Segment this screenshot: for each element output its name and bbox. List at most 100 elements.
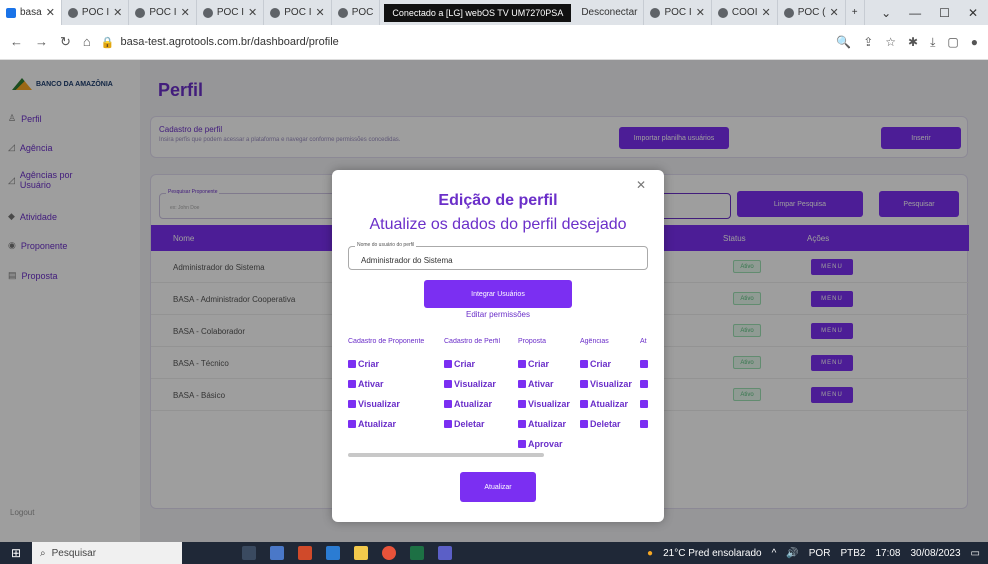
check-icon <box>444 420 452 428</box>
permission-checkbox[interactable]: Visualizar <box>518 396 570 412</box>
check-icon <box>348 380 356 388</box>
close-icon[interactable]: ✕ <box>636 178 646 192</box>
permission-checkbox[interactable]: Criar <box>518 356 570 372</box>
globe-icon <box>67 7 78 18</box>
back-icon[interactable]: ← <box>10 34 23 50</box>
taskbar-search[interactable]: ⌕ Pesquisar <box>32 542 182 564</box>
minimize-icon[interactable]: — <box>909 6 921 20</box>
task-view-icon[interactable] <box>242 546 256 560</box>
permissions-grid: Cadastro de Proponente Criar Ativar Visu… <box>348 338 664 458</box>
permission-checkbox[interactable]: Deletar <box>580 416 632 432</box>
chevron-down-icon[interactable]: ⌄ <box>881 6 891 20</box>
update-button[interactable]: Atualizar <box>460 472 536 502</box>
permission-checkbox[interactable]: Visualizar <box>580 376 632 392</box>
permission-checkbox[interactable] <box>640 396 648 412</box>
reload-icon[interactable]: ↻ <box>60 34 71 50</box>
close-tab-icon[interactable]: ✕ <box>829 6 838 19</box>
permission-column: Agências Criar Visualizar Atualizar Dele… <box>580 338 632 436</box>
chrome-icon[interactable] <box>382 546 396 560</box>
teams-icon[interactable] <box>438 546 452 560</box>
permission-checkbox[interactable]: Ativar <box>348 376 424 392</box>
modal-title: Edição de perfil <box>438 192 558 209</box>
close-tab-icon[interactable]: ✕ <box>696 6 705 19</box>
permission-checkbox[interactable]: Atualizar <box>580 396 632 412</box>
download-icon[interactable]: ⤓ <box>930 35 935 50</box>
check-icon <box>348 420 356 428</box>
close-window-icon[interactable]: ✕ <box>968 6 978 20</box>
app-icon[interactable] <box>270 546 284 560</box>
window-controls: ⌄ — ☐ ✕ <box>881 6 988 20</box>
browser-tab[interactable]: POC I ✕ <box>129 0 197 25</box>
globe-icon <box>717 7 728 18</box>
file-explorer-icon[interactable] <box>354 546 368 560</box>
home-icon[interactable]: ⌂ <box>83 34 91 50</box>
browser-tab[interactable]: POC (✕ <box>778 0 846 25</box>
permission-checkbox[interactable]: Criar <box>580 356 632 372</box>
close-tab-icon[interactable]: ✕ <box>761 6 770 19</box>
word-icon[interactable] <box>326 546 340 560</box>
close-tab-icon[interactable]: ✕ <box>46 6 55 19</box>
browser-tab[interactable]: POC I ✕ <box>264 0 332 25</box>
extensions-icon[interactable]: ✱ <box>908 35 918 49</box>
permission-column: Cadastro de Perfil Criar Visualizar Atua… <box>444 338 500 436</box>
permission-column: At <box>640 338 648 436</box>
permission-checkbox[interactable]: Atualizar <box>518 416 570 432</box>
permission-checkbox[interactable]: Atualizar <box>444 396 500 412</box>
new-tab-button[interactable]: + <box>846 0 865 25</box>
url-field[interactable]: 🔒 basa-test.agrotools.com.br/dashboard/pr… <box>101 31 339 53</box>
browser-tab[interactable]: COOI ✕ <box>712 0 778 25</box>
check-icon <box>580 400 588 408</box>
close-tab-icon[interactable]: ✕ <box>248 6 257 19</box>
forward-icon[interactable]: → <box>35 34 48 50</box>
close-tab-icon[interactable]: ✕ <box>181 6 190 19</box>
sidepanel-icon[interactable]: ▢ <box>947 35 958 49</box>
notification-icon[interactable]: ▭ <box>971 548 980 559</box>
browser-tab[interactable]: POC I ✕ <box>62 0 130 25</box>
permission-checkbox[interactable]: Visualizar <box>444 376 500 392</box>
profile-avatar[interactable]: ● <box>971 35 978 49</box>
browser-tab[interactable]: POC I ✕ <box>644 0 712 25</box>
check-icon <box>580 360 588 368</box>
check-icon <box>348 360 356 368</box>
permission-checkbox[interactable]: Ativar <box>518 376 570 392</box>
browser-tab[interactable]: POC <box>332 0 381 25</box>
browser-tab[interactable]: basa ✕ <box>0 0 62 25</box>
windows-start-icon[interactable]: ⊞ <box>0 546 32 560</box>
taskbar-apps <box>242 546 452 560</box>
star-icon[interactable]: ☆ <box>885 35 896 49</box>
zoom-icon[interactable]: 🔍 <box>836 35 851 49</box>
permission-checkbox[interactable] <box>640 376 648 392</box>
disconnect-button[interactable]: Desconectar <box>575 0 645 25</box>
check-icon <box>444 400 452 408</box>
maximize-icon[interactable]: ☐ <box>939 6 950 20</box>
lock-icon: 🔒 <box>100 36 115 49</box>
address-bar: ← → ↻ ⌂ 🔒 basa-test.agrotools.com.br/dashboa… <box>0 25 988 60</box>
permission-checkbox[interactable]: Atualizar <box>348 416 424 432</box>
globe-icon <box>135 7 146 18</box>
permission-checkbox[interactable]: Visualizar <box>348 396 424 412</box>
horizontal-scrollbar[interactable] <box>348 453 544 457</box>
browser-tab-bar: basa ✕ POC I ✕ POC I ✕ POC I ✕ POC I ✕ POC Co… <box>0 0 988 25</box>
share-icon[interactable]: ⇪ <box>863 35 873 49</box>
edit-permissions-link[interactable]: Editar permissões <box>332 310 664 319</box>
tray-arrow-icon[interactable]: ^ <box>772 548 777 559</box>
app-icon[interactable] <box>298 546 312 560</box>
browser-tab[interactable]: POC I ✕ <box>197 0 265 25</box>
integrate-users-button[interactable]: Integrar Usuários <box>424 280 572 308</box>
permission-checkbox[interactable]: Aprovar <box>518 436 570 452</box>
check-icon <box>640 380 648 388</box>
modal-subtitle: Atualize os dados do perfil desejado <box>369 216 627 233</box>
globe-icon <box>650 7 661 18</box>
profile-name-field[interactable]: Nome do usuário do perfil Administrador d… <box>348 242 648 270</box>
permission-checkbox[interactable] <box>640 416 648 432</box>
close-tab-icon[interactable]: ✕ <box>316 6 325 19</box>
search-icon: ⌕ <box>40 547 46 559</box>
permission-checkbox[interactable]: Criar <box>348 356 424 372</box>
permission-checkbox[interactable]: Criar <box>444 356 500 372</box>
excel-icon[interactable] <box>410 546 424 560</box>
permission-checkbox[interactable]: Deletar <box>444 416 500 432</box>
volume-icon[interactable]: 🔊 <box>786 548 798 559</box>
close-tab-icon[interactable]: ✕ <box>113 6 122 19</box>
favicon-icon <box>6 7 16 18</box>
permission-checkbox[interactable] <box>640 356 648 372</box>
